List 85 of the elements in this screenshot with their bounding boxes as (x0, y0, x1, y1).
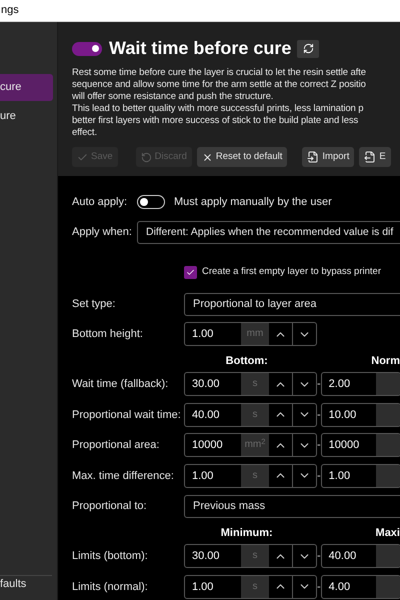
dash-separator: - (317, 377, 321, 392)
dropdown[interactable]: Different: Applies when the recommended value is dif (137, 220, 400, 244)
column-header: Maxi (374, 526, 400, 540)
field-value: 4.00 (328, 580, 352, 595)
checkbox[interactable] (184, 266, 197, 278)
field-value: 40.00 (191, 408, 221, 423)
enable-toggle[interactable] (72, 42, 102, 56)
field-value: 1.00 (191, 468, 214, 484)
close-icon (202, 152, 213, 162)
import-icon (307, 151, 320, 163)
unit-label: mm (241, 323, 269, 345)
number-field[interactable]: 40.00 (320, 544, 400, 568)
field-value: 10.00 (328, 408, 358, 423)
field-value: 40.00 (328, 549, 358, 564)
column-header: Norm (370, 354, 400, 368)
field-label: Apply when: (72, 224, 133, 240)
field-value: 10000 (328, 438, 360, 454)
field-label: Limits (bottom): (72, 549, 149, 564)
field-label: Proportional area: (72, 438, 160, 453)
undo-icon (140, 152, 152, 162)
dropdown[interactable]: Proportional to layer area (184, 292, 400, 316)
field-value: 1.00 (191, 327, 214, 342)
section-title: Wait time before cure (109, 37, 292, 60)
field-label: Proportional to: (72, 498, 148, 514)
unit-cell (376, 576, 400, 598)
number-field[interactable]: 30.00 s (184, 372, 317, 396)
import-button[interactable]: Import (302, 147, 354, 167)
checkbox-label: Create a first empty layer to bypass printer (202, 264, 381, 279)
refresh-icon (302, 43, 314, 54)
unit-cell (376, 404, 400, 426)
field-value: 2.00 (328, 377, 352, 392)
reset-button[interactable]: Reset to default (196, 147, 288, 167)
unit-cell (376, 545, 400, 568)
number-field[interactable]: 30.00 s (184, 544, 317, 568)
column-header: Minimum: (220, 526, 274, 540)
export-icon (364, 151, 376, 163)
number-field[interactable]: 40.00 s (184, 402, 317, 427)
toggle-switch[interactable] (137, 195, 165, 209)
field-label: Proportional wait time: (72, 408, 182, 422)
unit-label: s (241, 404, 269, 426)
export-button[interactable]: E (359, 147, 391, 167)
sidebar-item[interactable]: cure (0, 74, 53, 101)
sidebar-footer-button[interactable]: faults (0, 575, 52, 593)
unit-cell (376, 373, 400, 396)
check-icon (186, 268, 195, 276)
refresh-button[interactable] (297, 40, 320, 58)
field-label: Wait time (fallback): (72, 377, 170, 392)
toggle-text: Must apply manually by the user (174, 194, 332, 210)
number-field[interactable]: 10000 mm$^{2}$ (184, 433, 317, 458)
unit-label: s (241, 576, 269, 598)
dash-separator: - (317, 438, 321, 453)
field-value: 1.00 (191, 580, 214, 595)
dash-separator: - (317, 408, 321, 422)
number-field[interactable]: 1.00 mm (184, 322, 317, 346)
sidebar-item[interactable]: ure (0, 103, 57, 130)
number-field[interactable]: 4.00 (320, 574, 400, 599)
field-value: 1.00 (328, 468, 352, 484)
column-header: Bottom: (224, 354, 269, 368)
number-field[interactable]: 10000 (320, 433, 400, 458)
number-field[interactable]: 1.00 s (184, 464, 317, 488)
field-label: Limits (normal): (72, 580, 149, 594)
description: Rest some time before cure the layer is crucial to let the resin settle afte sequence and allow some time for the arm settle at the correct Z positio will offer some resistance and push the structure. This lead to better quality with more successful prints, less lamination p better first layers with more success of stick to the build plate and less effect. (72, 67, 367, 139)
field-value: 10000 (191, 438, 224, 454)
number-field[interactable]: 10.00 (320, 402, 400, 427)
unit-cell (376, 464, 400, 487)
number-field[interactable]: 2.00 (320, 372, 400, 396)
unit-label: s (241, 464, 269, 487)
dash-separator: - (317, 549, 321, 564)
unit-label: s (241, 373, 269, 396)
field-label: Set type: (72, 296, 116, 312)
number-field[interactable]: 1.00 (320, 464, 400, 488)
field-value: 30.00 (191, 377, 221, 392)
unit-label: s (241, 545, 269, 568)
unit-label: mm$^{2}$ (241, 434, 269, 456)
number-field[interactable]: 1.00 s (184, 574, 317, 599)
field-label: Bottom height: (72, 326, 144, 342)
check-icon (77, 152, 88, 162)
dash-separator: - (317, 580, 321, 594)
dropdown[interactable]: Previous mass (184, 494, 400, 518)
dash-separator: - (317, 468, 321, 484)
unit-cell (376, 434, 400, 456)
field-label: Max. time difference: (72, 468, 175, 484)
window-title: ngs (0, 3, 19, 18)
field-label: Auto apply: (72, 194, 128, 210)
field-value: 30.00 (191, 549, 221, 564)
